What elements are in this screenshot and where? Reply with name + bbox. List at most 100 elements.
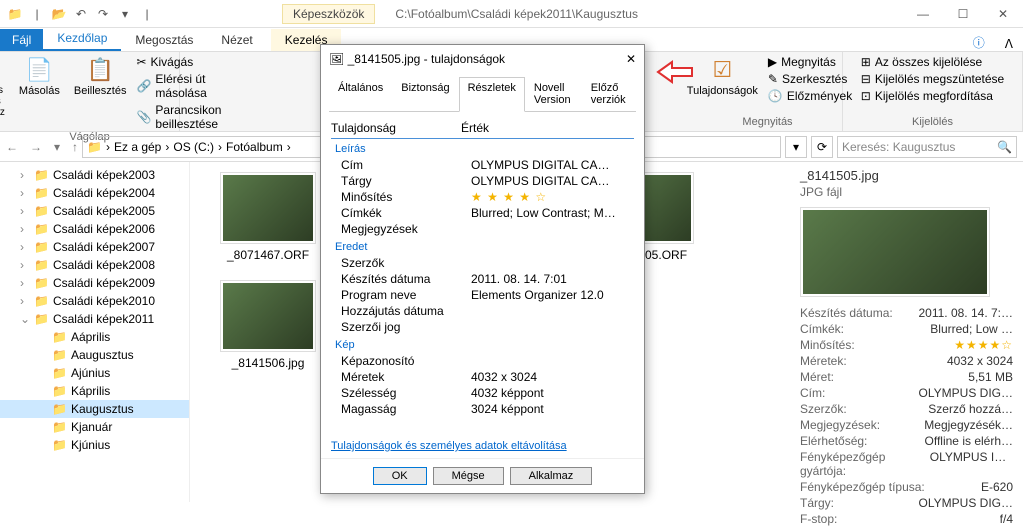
titlebar: 📁 | 📂 ↶ ↷ ▾ | Képeszközök C:\Fotóalbum\C… [0,0,1023,28]
dialog-tab[interactable]: Általános [329,77,392,111]
pin-button[interactable]: 📌Rögzítés a Gyors eléréshez [0,55,9,120]
tree-node[interactable]: 📁Kjúnius [0,436,189,454]
crumb[interactable]: OS (C:) [173,140,214,154]
tree-node[interactable]: 📁Káprilis [0,382,189,400]
dialog-tab[interactable]: Novell Version [525,77,582,111]
invert-icon: ⊡ [861,89,871,103]
context-tool-label: Képeszközök [282,4,375,24]
tree-node[interactable]: ›📁Családi képek2007 [0,238,189,256]
tab-view[interactable]: Nézet [207,29,266,51]
properties-dialog: 🖼 _8141505.jpg - tulajdonságok ✕ Általán… [320,44,645,494]
qat-redo-icon[interactable]: ↷ [94,5,112,23]
crumb[interactable]: Fotóalbum [226,140,283,154]
tree-node[interactable]: ›📁Családi képek2005 [0,202,189,220]
selectall-icon: ⊞ [861,55,871,69]
tree-node[interactable]: 📁Ajúnius [0,364,189,382]
open-icon: ▶ [768,55,777,69]
open-button[interactable]: ▶Megnyitás [768,55,852,69]
selectnone-button[interactable]: ⊟Kijelölés megszüntetése [861,72,1004,86]
remove-properties-link[interactable]: Tulajdonságok és személyes adatok eltávo… [321,434,644,458]
property-row: CímOLYMPUS DIGITAL CA… [331,157,634,173]
detail-row: F-stop:f/4 [800,511,1013,527]
qat-undo-icon[interactable]: ↶ [72,5,90,23]
back-button[interactable]: ← [6,140,18,154]
dropdown-icon[interactable]: ▾ [785,136,807,158]
tab-home[interactable]: Kezdőlap [43,27,121,51]
edit-icon: ✎ [768,72,778,86]
property-row: Hozzájutás dátuma [331,303,634,319]
tree-node[interactable]: ›📁Családi képek2004 [0,184,189,202]
copy-button[interactable]: 📄Másolás [15,55,64,99]
tree-node[interactable]: ›📁Családi képek2008 [0,256,189,274]
close-button[interactable]: ✕ [983,0,1023,28]
qat-sep2: | [138,5,156,23]
selectall-button[interactable]: ⊞Az összes kijelölése [861,55,1004,69]
up-button[interactable]: ↑ [72,140,78,154]
callout-arrow [656,58,696,88]
dialog-tabs: ÁltalánosBiztonságRészletekNovell Versio… [329,77,636,112]
tab-share[interactable]: Megosztás [121,29,207,51]
details-filetype: JPG fájl [800,185,1013,199]
dialog-title: _8141505.jpg - tulajdonságok [348,52,505,66]
tree-node[interactable]: ›📁Családi képek2003 [0,166,189,184]
property-row: CímkékBlurred; Low Contrast; M… [331,205,634,221]
paste-button[interactable]: 📋Beillesztés [70,55,131,99]
detail-row: Fényképezőgép típusa:E-620 [800,479,1013,495]
scissors-icon: ✂ [136,55,146,69]
qat-sep: | [28,5,46,23]
path-icon: 🔗 [136,79,151,93]
tab-file[interactable]: Fájl [0,29,43,51]
property-row: Magasság3024 képpont [331,401,634,417]
thumbnail[interactable]: _8071467.ORF [220,172,316,262]
property-row: Program neveElements Organizer 12.0 [331,287,634,303]
tree-node[interactable]: ›📁Családi képek2010 [0,292,189,310]
collapse-ribbon-icon[interactable]: ᐱ [995,37,1023,51]
invertsel-button[interactable]: ⊡Kijelölés megfordítása [861,89,1004,103]
tree-node[interactable]: 📁Kjanuár [0,418,189,436]
checkbox-icon: ☑ [712,57,732,83]
property-section: Eredet [331,237,634,255]
copy-icon: 📄 [26,57,53,83]
detail-row: Címkék:Blurred; Low … [800,321,1013,337]
dialog-tab[interactable]: Előző verziók [582,77,636,111]
recent-button[interactable]: ▾ [54,140,60,154]
qat-openfolder-icon[interactable]: 📂 [50,5,68,23]
refresh-icon[interactable]: ⟳ [811,136,833,158]
search-icon: 🔍 [997,140,1012,154]
thumbnail[interactable]: _8141506.jpg [220,280,316,370]
history-button[interactable]: 🕓Előzmények [768,89,852,103]
help-icon[interactable]: ⓘ [963,34,995,51]
ok-button[interactable]: OK [373,467,427,485]
tree-node[interactable]: ›📁Családi képek2009 [0,274,189,292]
maximize-button[interactable]: ☐ [943,0,983,28]
dialog-close-button[interactable]: ✕ [626,52,636,66]
search-input[interactable]: Keresés: Kaugusztus 🔍 [837,136,1017,158]
crumb[interactable]: Ez a gép [114,140,161,154]
detail-row: Méretek:4032 x 3024 [800,353,1013,369]
detail-row: Minősítés:★★★★☆ [800,337,1013,353]
details-pane: _8141505.jpg JPG fájl Készítés dátuma:20… [790,162,1023,502]
cancel-button[interactable]: Mégse [433,467,504,485]
folder-tree[interactable]: ›📁Családi képek2003›📁Családi képek2004›📁… [0,162,190,502]
folder-icon: 📁 [87,140,102,154]
selection-group-label: Kijelölés [912,116,953,128]
property-section: Leírás [331,139,634,157]
thumbnail-label: _8071467.ORF [227,248,309,262]
property-row: Szerzői jog [331,319,634,335]
tree-node[interactable]: 📁Kaugusztus [0,400,189,418]
tree-node[interactable]: 📁Aáprilis [0,328,189,346]
qat-dropdown-icon[interactable]: ▾ [116,5,134,23]
details-filename: _8141505.jpg [800,168,1013,183]
dialog-tab[interactable]: Biztonság [392,77,458,111]
apply-button[interactable]: Alkalmaz [510,467,593,485]
tree-node[interactable]: ⌄📁Családi képek2011 [0,310,189,328]
dialog-tab[interactable]: Részletek [459,77,525,112]
detail-row: Fényképezőgép gyártója:OLYMPUS IM… [800,449,1013,479]
minimize-button[interactable]: — [903,0,943,28]
property-row: Megjegyzések [331,221,634,237]
tree-node[interactable]: 📁Aaugusztus [0,346,189,364]
edit-button[interactable]: ✎Szerkesztés [768,72,852,86]
detail-row: Készítés dátuma:2011. 08. 14. 7:… [800,305,1013,321]
tree-node[interactable]: ›📁Családi képek2006 [0,220,189,238]
forward-button[interactable]: → [30,140,42,154]
